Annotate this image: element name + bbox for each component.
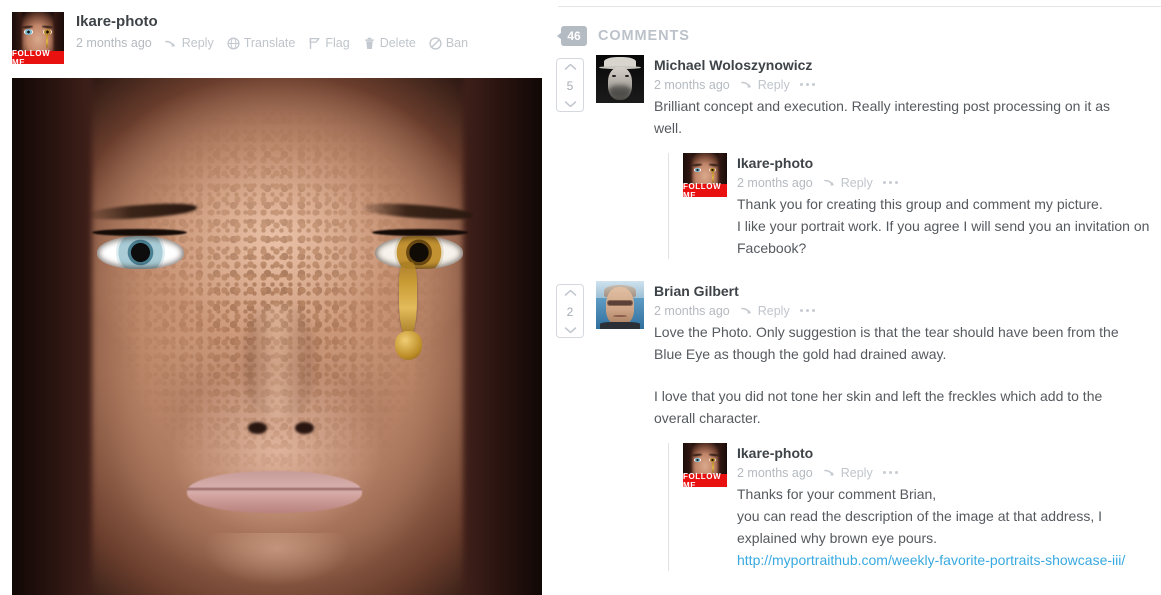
post-ban-label: Ban	[445, 36, 469, 50]
post-reply-button[interactable]: Reply	[164, 36, 214, 50]
comment-paragraph: I love that you did not tone her skin an…	[654, 388, 1103, 426]
reply-arrow-icon	[740, 81, 751, 88]
upvote-icon[interactable]	[564, 63, 577, 71]
comment-avatar[interactable]	[596, 55, 644, 103]
comment-more-menu[interactable]	[799, 308, 816, 313]
comment-author[interactable]: Michael Woloszynowicz	[654, 56, 1161, 74]
comment-paragraph: Love the Photo. Only suggestion is that …	[654, 324, 1119, 362]
comment-avatar[interactable]	[596, 281, 644, 329]
reply-body: Ikare-photo 2 months ago Reply	[737, 443, 1161, 571]
comment-meta: 2 months ago Reply	[654, 301, 1161, 320]
reply-text: Thanks for your comment Brian, you can re…	[737, 483, 1161, 571]
comment-more-menu[interactable]	[799, 82, 816, 87]
comment-reply-button[interactable]: Reply	[740, 77, 790, 92]
reply-meta: 2 months ago Reply	[737, 173, 1161, 192]
reply-reply-label: Reply	[840, 175, 873, 190]
vote-widget[interactable]: 5	[556, 58, 584, 112]
post-flag-label: Flag	[325, 36, 350, 50]
post-flag-button[interactable]: Flag	[308, 36, 350, 50]
reply-list: FOLLOW ME Ikare-photo 2 months ago Reply…	[668, 443, 1161, 571]
follow-me-badge[interactable]: FOLLOW ME	[12, 49, 64, 64]
amber-eye	[375, 235, 463, 269]
ban-icon	[429, 36, 442, 50]
post-photo[interactable]	[12, 78, 542, 595]
reply-paragraph: Thanks for your comment Brian, you can re…	[737, 486, 1102, 546]
reply-meta: 2 months ago Reply	[737, 463, 1161, 482]
trash-icon	[364, 37, 374, 49]
reply-author[interactable]: Ikare-photo	[737, 154, 1161, 172]
post-column: FOLLOW ME Ikare-photo 2 months ago Reply	[0, 0, 548, 595]
reply-more-menu[interactable]	[882, 470, 899, 475]
follow-me-badge[interactable]: FOLLOW ME	[683, 472, 727, 487]
follow-me-badge[interactable]: FOLLOW ME	[683, 182, 727, 197]
downvote-icon[interactable]	[564, 326, 577, 334]
post-timestamp: 2 months ago	[76, 36, 152, 50]
reply-avatar[interactable]: FOLLOW ME	[683, 443, 727, 487]
comments-header: 46 COMMENTS	[556, 26, 690, 46]
comment-timestamp: 2 months ago	[654, 77, 730, 92]
reply-paragraph: Thank you for creating this group and co…	[737, 196, 1150, 256]
reply-text: Thank you for creating this group and co…	[737, 193, 1161, 259]
comment-author[interactable]: Brian Gilbert	[654, 282, 1161, 300]
reply-reply-label: Reply	[840, 465, 873, 480]
comment-text: Brilliant concept and execution. Really …	[654, 95, 1134, 139]
post-delete-button[interactable]: Delete	[363, 36, 416, 50]
reply-reply-button[interactable]: Reply	[823, 175, 873, 190]
post-reply-label: Reply	[181, 36, 214, 50]
comments-page: FOLLOW ME Ikare-photo 2 months ago Reply	[0, 0, 1161, 595]
vote-count: 2	[566, 304, 574, 319]
comment-timestamp: 2 months ago	[654, 303, 730, 318]
post-header: FOLLOW ME Ikare-photo 2 months ago Reply	[12, 12, 532, 64]
reply-link[interactable]: http://myportraithub.com/weekly-favorite…	[737, 552, 1125, 568]
post-author-avatar[interactable]: FOLLOW ME	[12, 12, 64, 64]
comment-text: Love the Photo. Only suggestion is that …	[654, 321, 1134, 429]
reply-body: Ikare-photo 2 months ago Reply	[737, 153, 1161, 259]
reply-author[interactable]: Ikare-photo	[737, 444, 1161, 462]
comment-reply-label: Reply	[757, 303, 790, 318]
comment-reply-label: Reply	[757, 77, 790, 92]
post-translate-button[interactable]: Translate	[227, 36, 296, 50]
reply-more-menu[interactable]	[882, 180, 899, 185]
flag-icon	[309, 37, 321, 49]
reply-arrow-icon	[164, 40, 175, 47]
post-author-name[interactable]: Ikare-photo	[76, 12, 481, 32]
divider	[558, 6, 1161, 7]
reply-reply-button[interactable]: Reply	[823, 465, 873, 480]
upvote-icon[interactable]	[564, 289, 577, 297]
comments-column: 46 COMMENTS 5 Michael Woloszynowicz 2 mo…	[548, 0, 1161, 595]
reply-timestamp: 2 months ago	[737, 175, 813, 190]
comment-paragraph: Brilliant concept and execution. Really …	[654, 98, 1111, 136]
comment-meta: 2 months ago Reply	[654, 75, 1161, 94]
comment-reply-button[interactable]: Reply	[740, 303, 790, 318]
reply: FOLLOW ME Ikare-photo 2 months ago Reply…	[683, 443, 1161, 571]
comments-count-badge: 46	[557, 26, 587, 46]
vote-widget[interactable]: 2	[556, 284, 584, 338]
vote-count: 5	[566, 78, 574, 93]
post-delete-label: Delete	[379, 36, 416, 50]
reply-timestamp: 2 months ago	[737, 465, 813, 480]
comment: 5 Michael Woloszynowicz 2 months ago Rep…	[548, 55, 1161, 259]
reply-list: FOLLOW ME Ikare-photo 2 months ago Reply…	[668, 153, 1161, 259]
reply-arrow-icon	[740, 307, 751, 314]
post-translate-label: Translate	[243, 36, 296, 50]
reply: FOLLOW ME Ikare-photo 2 months ago Reply…	[683, 153, 1161, 259]
comment-thread: 5 Michael Woloszynowicz 2 months ago Rep…	[548, 55, 1161, 571]
post-ban-button[interactable]: Ban	[429, 36, 468, 50]
reply-arrow-icon	[823, 179, 834, 186]
portrait-image	[12, 78, 542, 595]
reply-arrow-icon	[823, 469, 834, 476]
comment-body: Michael Woloszynowicz 2 months ago Reply	[654, 55, 1161, 139]
downvote-icon[interactable]	[564, 100, 577, 108]
post-action-bar: 2 months ago Reply Translate Flag Delete…	[76, 33, 481, 53]
comment: 2 Brian Gilbert 2 months ago Reply Love …	[548, 281, 1161, 571]
blue-eye	[96, 235, 185, 269]
post-meta: Ikare-photo 2 months ago Reply Translate…	[76, 12, 481, 53]
globe-icon	[227, 36, 240, 50]
reply-avatar[interactable]: FOLLOW ME	[683, 153, 727, 197]
comment-body: Brian Gilbert 2 months ago Reply Love th…	[654, 281, 1161, 429]
comments-title: COMMENTS	[598, 28, 690, 44]
